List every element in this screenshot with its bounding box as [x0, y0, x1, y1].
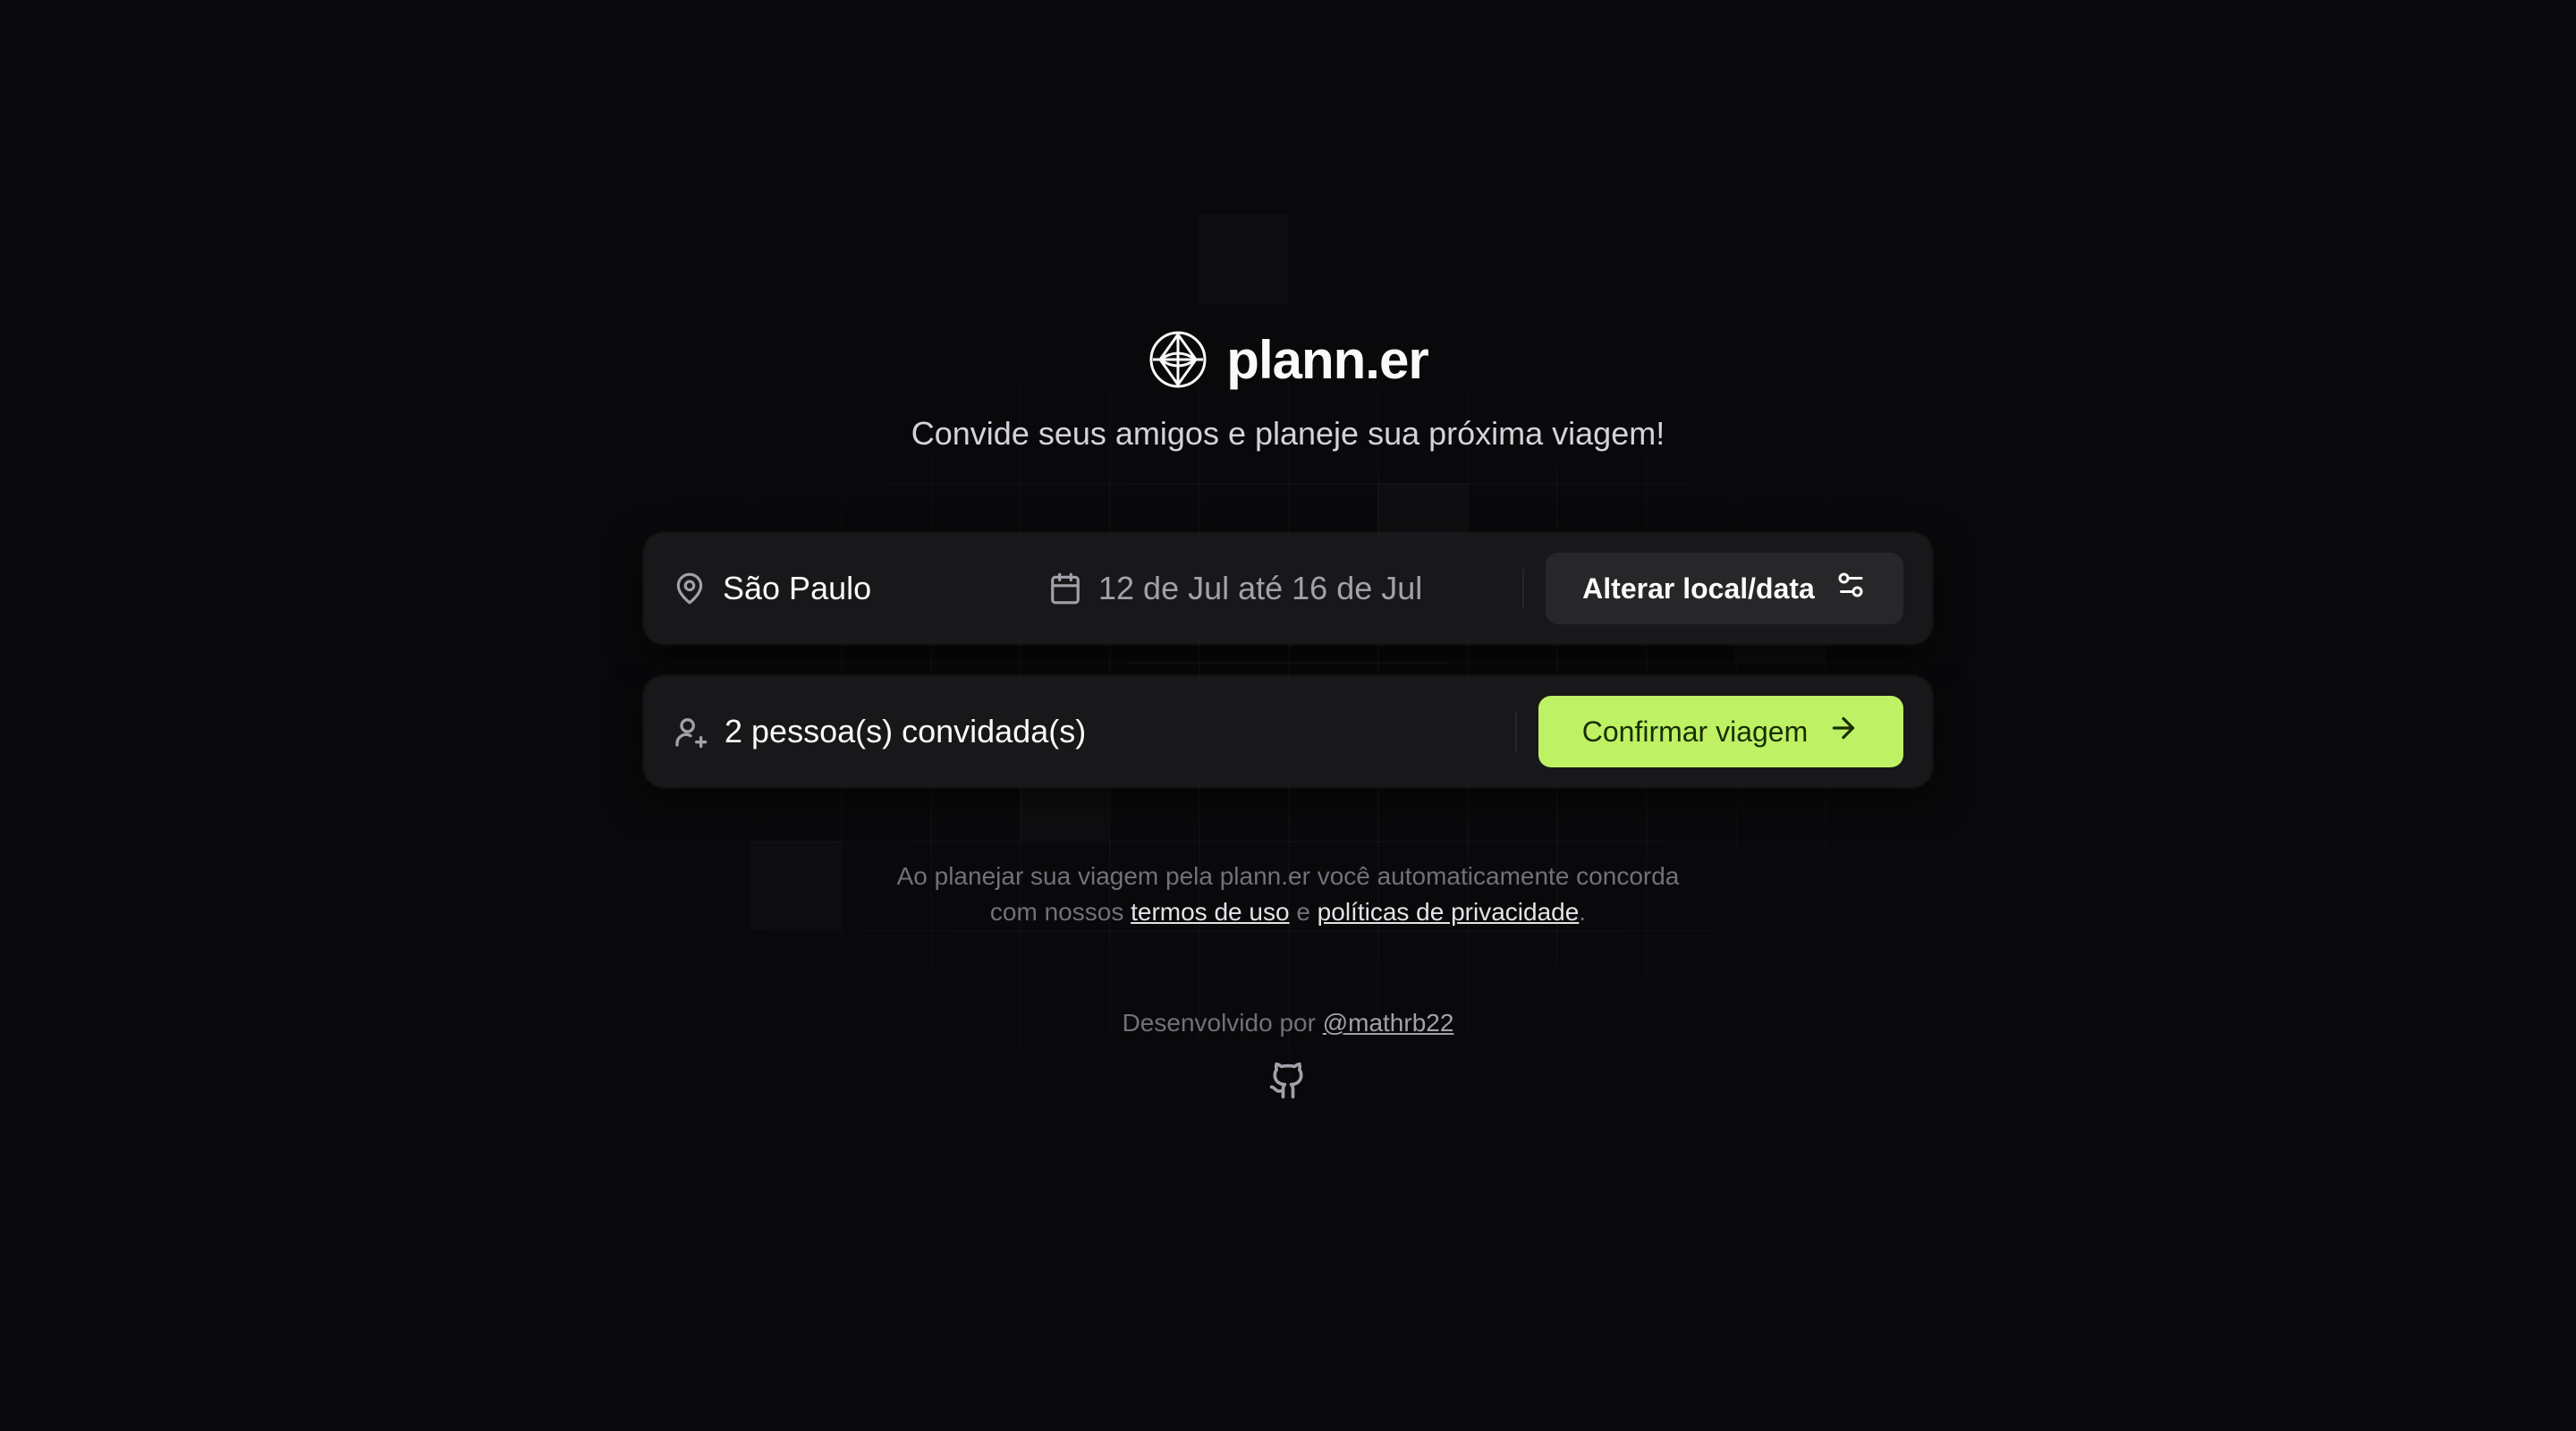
terms-of-use-link[interactable]: termos de uso — [1131, 898, 1289, 926]
guests-field[interactable]: 2 pessoa(s) convidada(s) — [673, 713, 1494, 750]
author-link[interactable]: @mathrb22 — [1323, 1009, 1454, 1037]
terms-prefix: com nossos — [989, 898, 1124, 926]
terms-line-2: com nossos termos de uso e políticas de … — [644, 894, 1932, 930]
change-location-date-button[interactable]: Alterar local/data — [1546, 553, 1903, 624]
terms-conjunction: e — [1296, 898, 1310, 926]
footer-prefix: Desenvolvido por — [1122, 1009, 1316, 1037]
terms-suffix: . — [1579, 898, 1587, 926]
settings-sliders-icon — [1835, 569, 1867, 608]
divider — [1515, 712, 1517, 751]
date-value: 12 de Jul até 16 de Jul — [1098, 570, 1423, 606]
page: plann.er Convide seus amigos e planeje s… — [0, 0, 2576, 1431]
date-field[interactable]: 12 de Jul até 16 de Jul — [1048, 570, 1501, 607]
main-content: plann.er Convide seus amigos e planeje s… — [644, 322, 1932, 1099]
confirm-button-label: Confirmar viagem — [1581, 715, 1809, 748]
terms-notice: Ao planejar sua viagem pela plann.er voc… — [644, 859, 1932, 930]
guests-card: 2 pessoa(s) convidada(s) Confirmar viage… — [644, 676, 1932, 787]
destination-date-card: São Paulo 12 de Jul até 16 de Jul Altera… — [644, 533, 1932, 644]
arrow-right-icon — [1827, 712, 1860, 751]
background-cell — [1199, 215, 1288, 304]
footer-credit: Desenvolvido por @mathrb22 — [644, 1005, 1932, 1041]
destination-value: São Paulo — [723, 570, 872, 606]
divider — [1522, 569, 1524, 608]
globe-icon — [1148, 329, 1208, 390]
map-pin-icon — [673, 572, 707, 605]
brand-header: plann.er — [644, 322, 1932, 397]
page-subtitle: Convide seus amigos e planeje sua próxim… — [911, 415, 1665, 452]
user-plus-icon — [673, 714, 708, 749]
privacy-policy-link[interactable]: políticas de privacidade — [1318, 898, 1580, 926]
calendar-icon — [1048, 572, 1082, 605]
destination-field[interactable]: São Paulo — [673, 570, 1048, 607]
confirm-trip-button[interactable]: Confirmar viagem — [1538, 696, 1903, 767]
terms-line-1: Ao planejar sua viagem pela plann.er voc… — [896, 862, 1680, 890]
brand-name: plann.er — [1226, 329, 1428, 390]
guests-value: 2 pessoa(s) convidada(s) — [724, 713, 1087, 749]
github-icon[interactable] — [1268, 1061, 1308, 1100]
change-button-label: Alterar local/data — [1582, 572, 1815, 605]
